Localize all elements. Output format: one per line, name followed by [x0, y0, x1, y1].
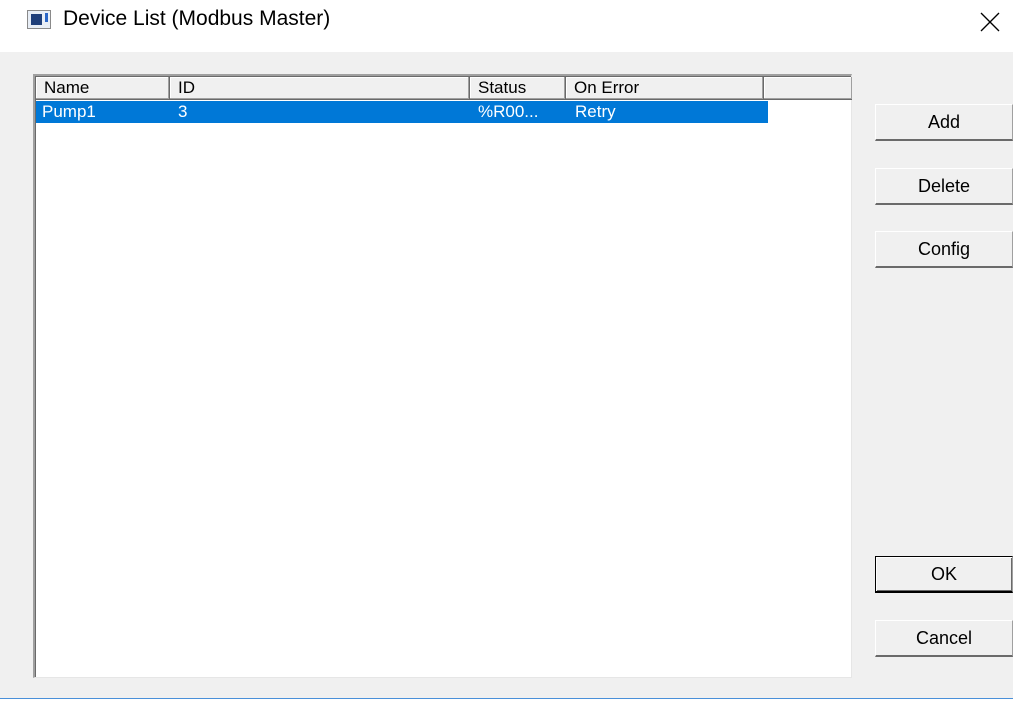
window-title: Device List (Modbus Master) — [63, 7, 331, 30]
ok-button[interactable]: OK — [875, 556, 1013, 593]
config-button[interactable]: Config — [875, 231, 1013, 268]
row-on-error-cell: Retry — [575, 102, 616, 121]
column-header-filler — [764, 77, 852, 100]
column-header-on-error[interactable]: On Error — [566, 77, 764, 100]
close-icon — [980, 12, 1000, 32]
column-header-id[interactable]: ID — [170, 77, 470, 100]
list-header: Name ID Status On Error — [36, 77, 852, 100]
device-list-dialog: Device List (Modbus Master) Name ID Stat… — [0, 0, 1013, 702]
column-header-name[interactable]: Name — [36, 77, 170, 100]
cancel-button[interactable]: Cancel — [875, 620, 1013, 657]
window-bottom-edge — [0, 698, 1013, 702]
dialog-client-area: Name ID Status On Error Pump1 3 %R00... … — [0, 52, 1013, 698]
column-header-status[interactable]: Status — [470, 77, 566, 100]
title-bar[interactable]: Device List (Modbus Master) — [0, 0, 1013, 44]
app-window-icon — [27, 10, 51, 29]
device-list-view[interactable]: Name ID Status On Error Pump1 3 %R00... … — [33, 74, 852, 678]
row-status-cell: %R00... — [478, 102, 539, 121]
close-button[interactable] — [968, 2, 1012, 42]
table-row[interactable]: Pump1 3 %R00... Retry — [36, 101, 768, 123]
row-name-cell: Pump1 — [42, 102, 96, 121]
add-button[interactable]: Add — [875, 104, 1013, 141]
row-id-cell: 3 — [178, 102, 188, 121]
delete-button[interactable]: Delete — [875, 168, 1013, 205]
